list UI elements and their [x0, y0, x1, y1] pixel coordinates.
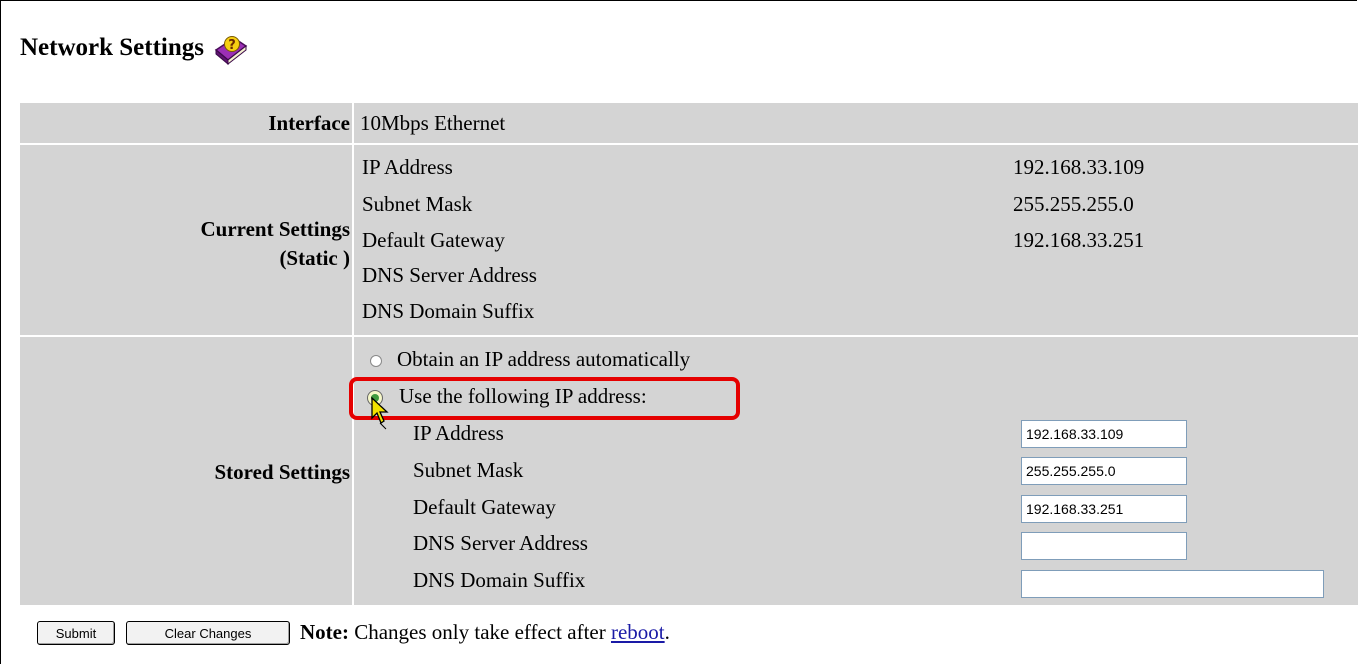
stored-dns-label: DNS Server Address	[413, 531, 588, 555]
current-gateway-value: 192.168.33.251	[1013, 228, 1145, 252]
current-gateway-label: Default Gateway	[362, 228, 505, 252]
note-body: Changes only take effect after	[348, 620, 611, 644]
current-dns-label: DNS Server Address	[362, 263, 537, 287]
current-ip-label: IP Address	[362, 155, 453, 179]
note-text: Note: Changes only take effect after reb…	[300, 620, 670, 645]
current-settings-section: Current Settings (Static ) IP Address 19…	[20, 145, 1358, 335]
interface-value: 10Mbps Ethernet	[360, 111, 506, 135]
radio-obtain-label: Obtain an IP address automatically	[397, 347, 691, 371]
stored-subnet-label: Subnet Mask	[413, 458, 524, 482]
radio-obtain-automatically[interactable]	[370, 355, 382, 367]
stored-suffix-input[interactable]	[1021, 570, 1324, 598]
mouse-pointer-icon	[371, 396, 389, 430]
current-ip-value: 192.168.33.109	[1013, 155, 1145, 179]
clear-changes-button[interactable]: Clear Changes	[126, 621, 290, 645]
stored-ip-input[interactable]	[1021, 420, 1187, 448]
reboot-link[interactable]: reboot	[611, 620, 665, 644]
submit-button[interactable]: Submit	[37, 621, 115, 645]
current-subnet-value: 255.255.255.0	[1013, 192, 1134, 216]
stored-gateway-label: Default Gateway	[413, 495, 556, 519]
interface-row: Interface 10Mbps Ethernet	[20, 103, 1358, 143]
interface-label: Interface	[268, 111, 350, 135]
note-suffix: .	[664, 620, 670, 644]
help-book-icon[interactable]: ?	[212, 30, 250, 66]
stored-settings-label: Stored Settings	[214, 460, 350, 484]
stored-suffix-label: DNS Domain Suffix	[413, 568, 586, 592]
svg-text:?: ?	[228, 38, 236, 53]
note-prefix: Note:	[300, 620, 349, 644]
highlight-box	[349, 377, 740, 420]
page-title-text: Network Settings	[20, 34, 205, 61]
current-suffix-label: DNS Domain Suffix	[362, 299, 535, 323]
current-settings-label: Current Settings (Static )	[200, 217, 350, 270]
current-subnet-label: Subnet Mask	[362, 192, 473, 216]
stored-ip-label: IP Address	[413, 421, 504, 445]
stored-dns-input[interactable]	[1021, 532, 1187, 560]
stored-gateway-input[interactable]	[1021, 495, 1187, 523]
page-title: Network Settings ?	[20, 30, 250, 66]
stored-subnet-input[interactable]	[1021, 457, 1187, 485]
